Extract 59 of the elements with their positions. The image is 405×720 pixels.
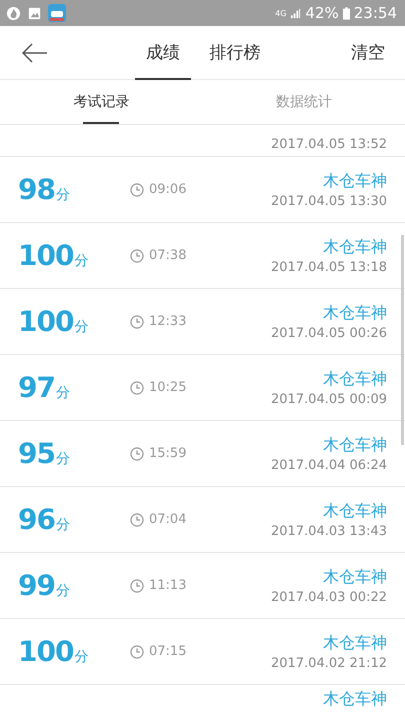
score-unit: 分 xyxy=(74,318,88,336)
user-name: 木仓车神 xyxy=(323,236,387,258)
score-unit: 分 xyxy=(56,450,70,468)
score-value: 95 xyxy=(18,437,55,470)
clock-icon xyxy=(130,644,144,658)
record-date: 2017.04.05 13:52 xyxy=(270,137,387,152)
duration-text: 15:59 xyxy=(149,446,186,461)
image-icon xyxy=(27,6,42,20)
header-tab[interactable]: 排行榜 xyxy=(201,26,269,80)
score-value: 97 xyxy=(18,371,55,404)
clock-icon xyxy=(130,182,144,196)
clock-icon xyxy=(130,578,144,592)
clear-button[interactable]: 清空 xyxy=(351,41,385,64)
score-value: 99 xyxy=(18,569,55,602)
user-name: 木仓车神 xyxy=(323,170,387,192)
record-date: 2017.04.03 00:22 xyxy=(270,590,387,604)
record-date: 2017.04.05 00:09 xyxy=(270,392,387,406)
record-date: 2017.04.03 13:43 xyxy=(270,524,387,538)
score-unit: 分 xyxy=(74,648,88,666)
score-unit: 分 xyxy=(56,516,70,534)
clock-icon xyxy=(130,446,144,460)
user-name: 木仓车神 xyxy=(323,689,387,710)
duration-text: 07:38 xyxy=(149,248,186,263)
duration-text: 12:33 xyxy=(149,314,186,329)
duration-text: 11:13 xyxy=(149,578,186,593)
score-unit: 分 xyxy=(56,582,70,600)
back-button[interactable] xyxy=(22,42,48,62)
record-date: 2017.04.05 00:26 xyxy=(270,326,387,340)
duration-text: 10:25 xyxy=(149,380,186,395)
score-value: 96 xyxy=(18,503,55,536)
clock-icon xyxy=(130,512,144,526)
battery-percent: 42% xyxy=(305,4,339,22)
record-date: 2017.04.02 21:12 xyxy=(270,656,387,670)
battery-icon xyxy=(342,6,350,20)
user-name: 木仓车神 xyxy=(323,302,387,324)
user-name: 木仓车神 xyxy=(323,566,387,588)
score-unit: 分 xyxy=(56,384,70,402)
clock-icon xyxy=(130,248,144,262)
clock-icon xyxy=(130,314,144,328)
clock-time: 23:54 xyxy=(354,4,397,22)
user-name: 木仓车神 xyxy=(323,632,387,654)
score-value: 100 xyxy=(18,635,74,668)
user-name: 木仓车神 xyxy=(323,434,387,456)
user-name: 木仓车神 xyxy=(323,500,387,522)
record-date: 2017.04.05 13:30 xyxy=(270,194,387,208)
clock-icon xyxy=(130,380,144,394)
score-value: 100 xyxy=(18,305,74,338)
score-unit: 分 xyxy=(74,252,88,270)
duration-text: 07:04 xyxy=(149,512,186,527)
record-date: 2017.04.04 06:24 xyxy=(270,458,387,472)
score-value: 100 xyxy=(18,239,74,272)
user-name: 木仓车神 xyxy=(323,368,387,390)
record-date: 2017.04.05 13:18 xyxy=(270,260,387,274)
score-value: 98 xyxy=(18,173,55,206)
score-unit: 分 xyxy=(56,186,70,204)
signal-icon xyxy=(290,8,302,18)
duration-text: 09:06 xyxy=(149,182,186,197)
duration-text: 07:15 xyxy=(149,644,186,659)
network-label: 4G xyxy=(275,8,286,18)
